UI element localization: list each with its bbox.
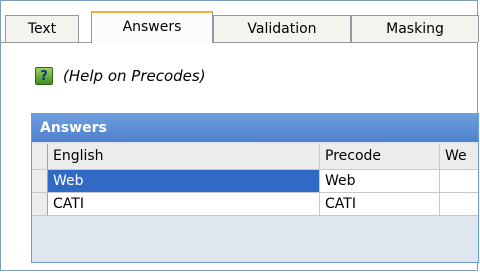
table-row[interactable]: CATI CATI	[32, 193, 478, 216]
cell-english[interactable]: Web	[48, 170, 320, 192]
answers-grid: English Precode We Web Web CATI CATI	[32, 144, 478, 216]
grid-header-row: English Precode We	[32, 144, 478, 170]
cell-we[interactable]	[440, 170, 480, 192]
cell-english[interactable]: CATI	[48, 193, 320, 215]
help-on-precodes-link[interactable]: (Help on Precodes)	[63, 67, 206, 85]
tab-validation[interactable]: Validation	[213, 15, 351, 42]
dialog-frame: Text Answers Validation Masking ? (Help …	[0, 0, 479, 271]
row-selector[interactable]	[32, 170, 48, 192]
help-question-icon[interactable]: ?	[35, 67, 53, 85]
tab-text[interactable]: Text	[5, 15, 79, 42]
tab-divider	[1, 42, 477, 43]
cell-we[interactable]	[440, 193, 480, 215]
table-row[interactable]: Web Web	[32, 170, 478, 193]
row-selector[interactable]	[32, 193, 48, 215]
column-header-we[interactable]: We	[440, 144, 480, 169]
help-link[interactable]: ? (Help on Precodes)	[35, 67, 206, 85]
column-header-english[interactable]: English	[48, 144, 320, 169]
answers-panel: Answers English Precode We Web Web CATI …	[31, 113, 479, 263]
tab-masking[interactable]: Masking	[351, 15, 479, 42]
row-header-stub	[32, 144, 48, 169]
tab-strip: Text Answers Validation Masking	[5, 11, 479, 43]
tab-answers[interactable]: Answers	[91, 11, 213, 43]
cell-precode[interactable]: Web	[320, 170, 440, 192]
cell-precode[interactable]: CATI	[320, 193, 440, 215]
column-header-precode[interactable]: Precode	[320, 144, 440, 169]
answers-panel-title: Answers	[32, 114, 478, 142]
